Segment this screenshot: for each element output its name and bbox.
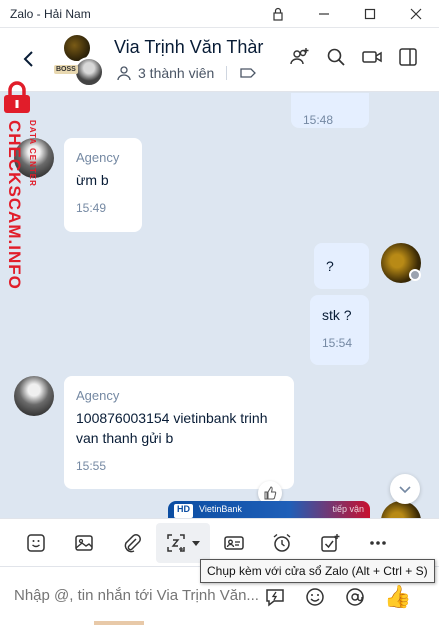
person-icon (117, 66, 131, 81)
more-icon (370, 540, 386, 545)
avatar[interactable] (381, 243, 421, 283)
title-bar: Zalo - Hải Nam (0, 0, 439, 28)
attach-file-button[interactable] (108, 523, 156, 563)
search-icon[interactable] (325, 46, 347, 68)
composer-actions: 👍 (264, 584, 411, 610)
header-actions (289, 46, 419, 68)
paperclip-icon (124, 533, 141, 552)
emoji-icon[interactable] (304, 586, 326, 608)
business-card-button[interactable] (210, 523, 258, 563)
lock-button[interactable] (255, 0, 301, 28)
group-name[interactable]: Via Trịnh Văn Thàr (114, 37, 274, 58)
message-text: stk ? (322, 307, 352, 323)
screenshot-button[interactable] (156, 522, 210, 563)
avatar[interactable] (14, 376, 54, 416)
message-in[interactable]: Agency ừm b 15:49 (64, 138, 142, 232)
divider (226, 66, 228, 80)
members-info[interactable]: 3 thành viên (116, 65, 257, 81)
message-input[interactable] (14, 587, 260, 604)
message-out[interactable]: ? (314, 243, 369, 289)
thumbs-up-send-icon[interactable]: 👍 (384, 584, 411, 610)
image-message-preview[interactable]: HD VietinBank tiếp vận (168, 501, 370, 518)
message-text: ? (326, 258, 334, 274)
card-bank: VietinBank (199, 504, 242, 514)
task-button[interactable] (306, 523, 354, 563)
message-in[interactable]: Agency 100876003154 vietinbank trinh van… (64, 376, 294, 489)
chevron-down-icon (399, 486, 411, 494)
screenshot-tooltip: Chụp kèm với cửa sổ Zalo (Alt + Ctrl + S… (200, 559, 435, 583)
card-tail: tiếp vận (332, 504, 364, 514)
message-out[interactable]: stk ? 15:54 (310, 295, 369, 365)
contact-card-icon (224, 535, 244, 550)
caret-down-icon[interactable] (191, 538, 201, 548)
thumbs-up-icon (264, 486, 277, 500)
bottom-edge-fragment (94, 621, 144, 625)
alarm-clock-icon (273, 533, 291, 552)
minimize-button[interactable] (301, 0, 347, 28)
maximize-icon (364, 8, 376, 19)
mention-icon[interactable] (344, 586, 366, 608)
avatar-badge: BOSS (54, 65, 78, 74)
video-call-icon[interactable] (361, 46, 383, 68)
tag-icon[interactable] (239, 66, 257, 80)
message-text: 100876003154 vietinbank trinh van thanh … (76, 410, 268, 446)
lock-icon (273, 7, 283, 21)
reminder-button[interactable] (258, 523, 306, 563)
minimize-icon (319, 12, 329, 15)
window-title: Zalo - Hải Nam (10, 6, 91, 21)
close-icon (410, 8, 422, 19)
group-avatar[interactable]: BOSS (54, 33, 106, 87)
sidebar-toggle-icon[interactable] (397, 46, 419, 68)
message-out[interactable]: 15:48 (291, 93, 369, 128)
add-member-icon[interactable] (289, 46, 311, 68)
sender-name: Agency (76, 150, 120, 165)
members-count: 3 thành viên (138, 65, 215, 81)
close-button[interactable] (393, 0, 439, 28)
status-dot (409, 269, 421, 281)
sender-name: Agency (76, 388, 120, 403)
message-time: 15:49 (76, 201, 107, 215)
member-avatar-2 (74, 57, 104, 87)
message-list[interactable]: 15:48 Agency ừm b 15:49 ? stk ? 15:54 Ag… (0, 93, 439, 518)
screenshot-icon (167, 533, 185, 552)
message-text: ừm b (76, 172, 109, 188)
card-badge: HD (174, 504, 193, 518)
chat-header: BOSS Via Trịnh Văn Thàr 3 thành viên (0, 28, 439, 92)
message-time: 15:54 (322, 336, 353, 350)
sticker-button[interactable] (12, 523, 60, 563)
more-options-button[interactable] (354, 523, 402, 563)
image-icon (75, 534, 93, 551)
scroll-down-button[interactable] (390, 474, 420, 504)
checkbox-add-icon (321, 533, 340, 552)
message-time: 15:55 (76, 459, 107, 473)
image-button[interactable] (60, 523, 108, 563)
avatar[interactable] (14, 138, 54, 178)
quick-message-icon[interactable] (264, 586, 286, 608)
back-arrow-icon[interactable] (18, 48, 40, 70)
maximize-button[interactable] (347, 0, 393, 28)
message-time: 15:48 (303, 113, 334, 127)
sticker-icon (27, 533, 45, 552)
